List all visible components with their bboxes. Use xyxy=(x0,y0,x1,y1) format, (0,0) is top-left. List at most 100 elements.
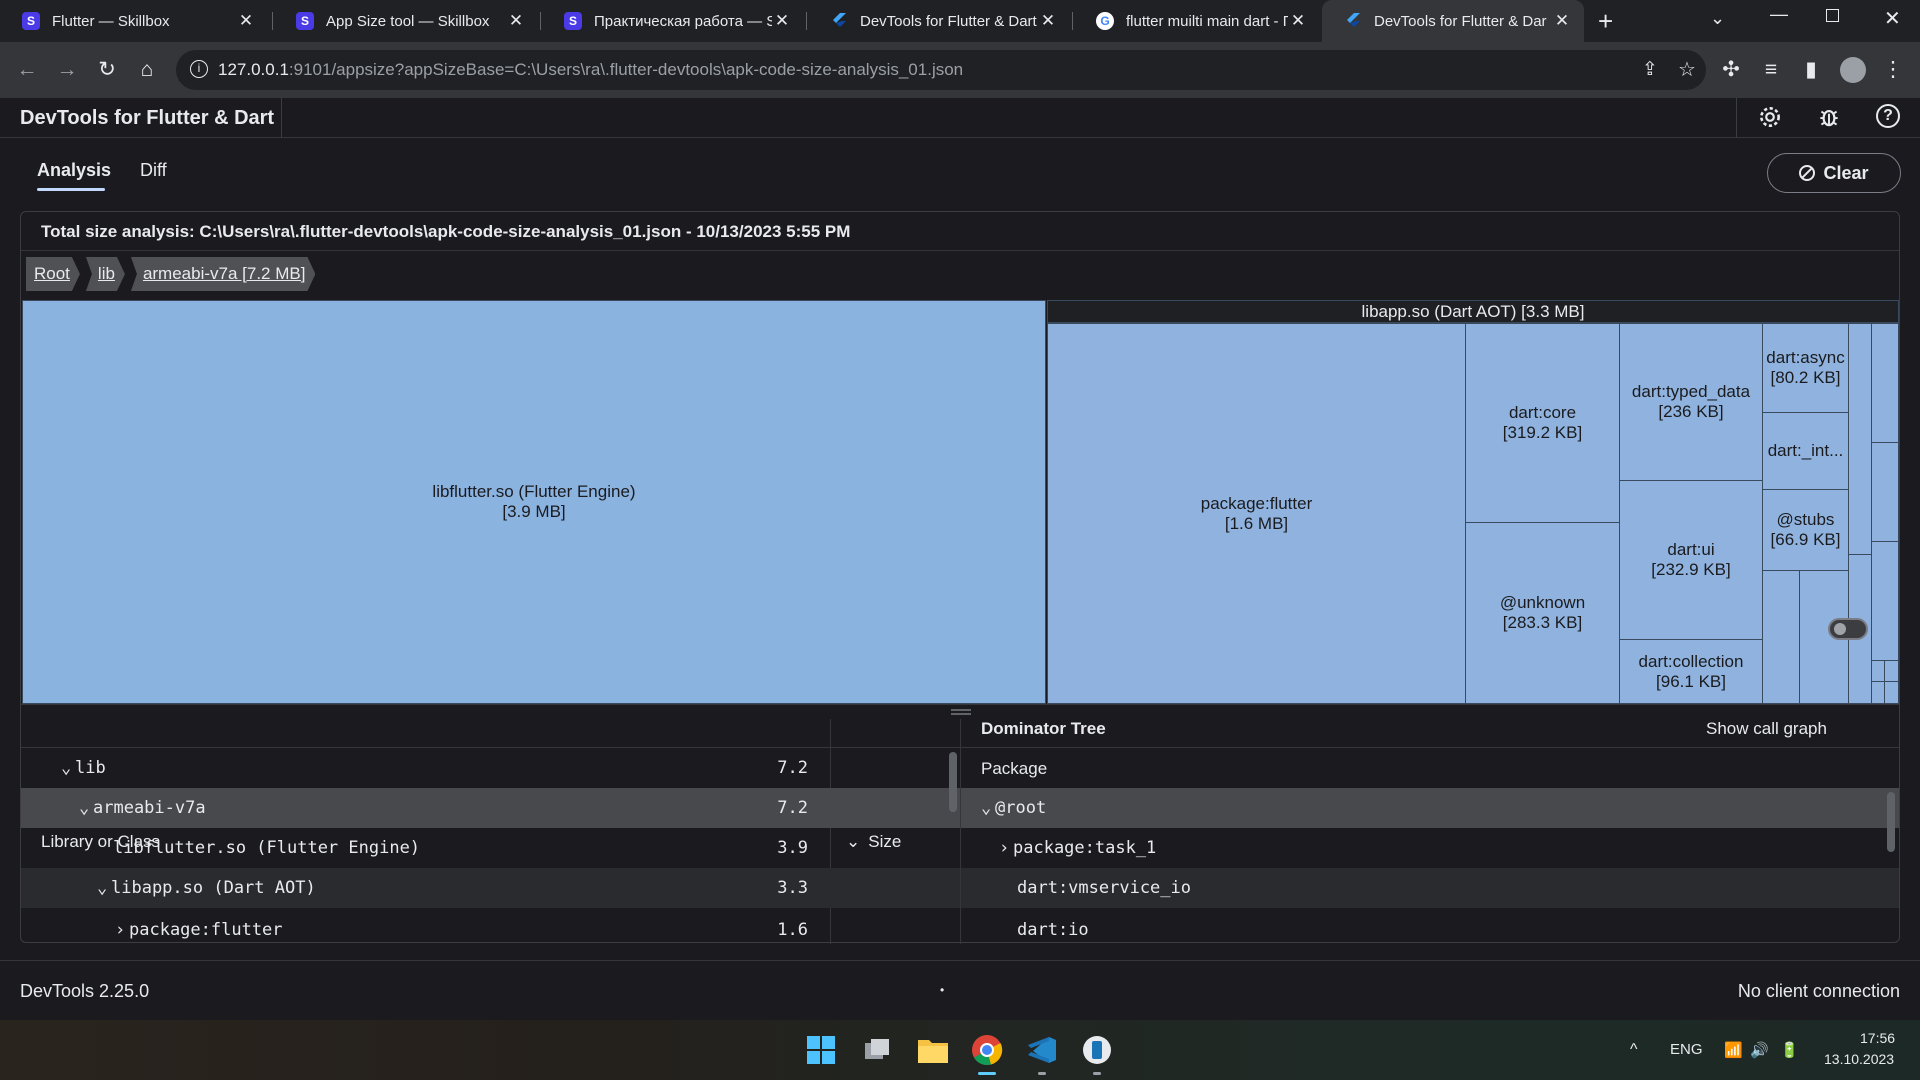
treemap-node-small[interactable] xyxy=(1871,442,1899,542)
browser-tab[interactable]: G flutter muilti main dart - П ✕ xyxy=(1074,0,1320,42)
size-analysis-panel: Total size analysis: C:\Users\ra\.flutte… xyxy=(20,211,1900,944)
bookmark-star-icon[interactable]: ☆ xyxy=(1678,57,1696,82)
windows-start-icon[interactable] xyxy=(801,1030,841,1070)
volume-icon[interactable]: 🔊 xyxy=(1750,1041,1769,1059)
browser-tab[interactable]: S Практическая работа — S ✕ xyxy=(542,0,804,42)
browser-tab-active[interactable]: DevTools for Flutter & Dar ✕ xyxy=(1322,0,1584,42)
media-icon[interactable]: ≡ xyxy=(1758,57,1784,83)
chevron-right-icon[interactable]: › xyxy=(999,838,1013,858)
restore-icon[interactable] xyxy=(1826,9,1839,22)
treemap-node-small[interactable] xyxy=(1871,681,1885,704)
treemap-node-small[interactable] xyxy=(1871,323,1899,443)
chrome-icon[interactable] xyxy=(967,1030,1007,1070)
treemap-node-dart-collection[interactable]: dart:collection [96.1 KB] xyxy=(1619,639,1763,704)
breadcrumb-armeabi[interactable]: armeabi-v7a [7.2 MB] xyxy=(131,257,316,291)
side-panel-icon[interactable]: ▮ xyxy=(1798,57,1824,83)
new-tab-button[interactable]: + xyxy=(1598,6,1613,37)
treemap-node-dart-typed-data[interactable]: dart:typed_data [236 KB] xyxy=(1619,323,1763,481)
vscode-icon[interactable] xyxy=(1022,1030,1062,1070)
tree-row-selected[interactable]: ⌄ @root xyxy=(961,788,1899,828)
settings-gear-icon[interactable] xyxy=(1757,104,1783,135)
table-row[interactable]: › package:flutter 1.6 xyxy=(21,908,960,942)
battery-icon[interactable]: 🔋 xyxy=(1780,1041,1799,1059)
window-close-icon[interactable]: ✕ xyxy=(1884,6,1901,31)
clock-time[interactable]: 17:56 xyxy=(1860,1030,1895,1046)
close-icon[interactable]: ✕ xyxy=(236,11,256,31)
breadcrumb-root[interactable]: Root xyxy=(26,257,80,291)
browser-tab-strip: S Flutter — Skillbox ✕ S App Size tool —… xyxy=(0,0,1920,42)
treemap-node-dart-ui[interactable]: dart:ui [232.9 KB] xyxy=(1619,480,1763,640)
input-language[interactable]: ENG xyxy=(1670,1041,1703,1058)
total-size-title: Total size analysis: C:\Users\ra\.flutte… xyxy=(41,222,851,241)
tree-row[interactable]: dart:io xyxy=(961,908,1899,942)
scrollbar[interactable] xyxy=(949,752,957,812)
table-row[interactable]: ⌄ lib 7.2 xyxy=(21,748,960,788)
browser-tab[interactable]: DevTools for Flutter & Dart ✕ xyxy=(808,0,1070,42)
browser-tab[interactable]: S App Size tool — Skillbox ✕ xyxy=(274,0,538,42)
tab-analysis[interactable]: Analysis xyxy=(37,160,111,181)
file-explorer-icon[interactable] xyxy=(913,1030,953,1070)
close-icon[interactable]: ✕ xyxy=(1288,11,1308,31)
treemap-node-libapp-header[interactable]: libapp.so (Dart AOT) [3.3 MB] xyxy=(1047,300,1899,323)
browser-tab[interactable]: S Flutter — Skillbox ✕ xyxy=(0,0,268,42)
split-handle[interactable] xyxy=(21,704,1899,718)
devtools-icon xyxy=(1344,12,1362,30)
treemap-node-small[interactable] xyxy=(1884,681,1899,704)
tree-row[interactable]: dart:vmservice_io xyxy=(961,868,1899,908)
app-title: DevTools for Flutter & Dart xyxy=(20,107,275,129)
close-icon[interactable]: ✕ xyxy=(1038,11,1058,31)
treemap-node-small[interactable] xyxy=(1848,323,1872,555)
task-view-icon[interactable] xyxy=(857,1030,897,1070)
treemap-node-dart-async[interactable]: dart:async [80.2 KB] xyxy=(1762,323,1849,413)
table-row-selected[interactable]: ⌄ armeabi-v7a 7.2 xyxy=(21,788,960,828)
tab-title: Flutter — Skillbox xyxy=(52,12,170,30)
help-icon[interactable]: ? xyxy=(1876,104,1900,128)
menu-kebab-icon[interactable]: ⋮ xyxy=(1880,57,1906,83)
chevron-down-icon[interactable]: ⌄ xyxy=(97,878,111,898)
table-row[interactable]: libflutter.so (Flutter Engine) 3.9 xyxy=(21,828,960,868)
close-icon[interactable]: ✕ xyxy=(772,11,792,31)
treemap-node-package-flutter[interactable]: package:flutter [1.6 MB] xyxy=(1047,323,1466,704)
phone-link-icon[interactable] xyxy=(1077,1030,1117,1070)
treemap-node-small[interactable] xyxy=(1871,541,1899,661)
close-icon[interactable]: ✕ xyxy=(506,11,526,31)
back-icon[interactable]: ← xyxy=(14,57,40,83)
minimize-icon[interactable]: — xyxy=(1770,4,1788,25)
treemap-node-small[interactable] xyxy=(1884,660,1899,682)
close-icon[interactable]: ✕ xyxy=(1552,11,1572,31)
chevron-down-icon[interactable]: ⌄ xyxy=(79,798,93,818)
forward-icon[interactable]: → xyxy=(54,57,80,83)
breadcrumb-lib[interactable]: lib xyxy=(86,257,125,291)
scrollbar[interactable] xyxy=(1887,792,1895,852)
wifi-icon[interactable]: 📶 xyxy=(1724,1041,1743,1059)
windows-taskbar: ^ ENG 📶 🔊 🔋 17:56 13.10.2023 xyxy=(0,1020,1920,1080)
treemap-node-small[interactable] xyxy=(1871,660,1885,682)
tab-title: App Size tool — Skillbox xyxy=(326,12,490,30)
treemap-node-dart-core[interactable]: dart:core [319.2 KB] xyxy=(1465,323,1620,523)
chevron-down-icon[interactable]: ⌄ xyxy=(981,798,995,818)
chevron-down-icon[interactable]: ⌄ xyxy=(61,758,75,778)
profile-avatar[interactable] xyxy=(1840,57,1866,83)
table-row[interactable]: ⌄ libapp.so (Dart AOT) 3.3 xyxy=(21,868,960,908)
google-icon: G xyxy=(1096,12,1114,30)
chevron-right-icon[interactable]: › xyxy=(115,920,129,940)
tab-diff[interactable]: Diff xyxy=(140,160,167,181)
show-hidden-icons[interactable]: ^ xyxy=(1630,1041,1638,1059)
tree-row[interactable]: › package:task_1 xyxy=(961,828,1899,868)
show-call-graph-toggle[interactable] xyxy=(1828,618,1868,640)
tab-search-icon[interactable]: ⌄ xyxy=(1710,8,1725,29)
treemap-node-libflutter[interactable]: libflutter.so (Flutter Engine) [3.9 MB] xyxy=(22,300,1046,704)
treemap-node-small[interactable] xyxy=(1762,570,1800,704)
share-icon[interactable]: ⇪ xyxy=(1642,58,1658,81)
extensions-icon[interactable]: ✣ xyxy=(1718,57,1744,83)
reload-icon[interactable]: ↻ xyxy=(94,57,120,83)
treemap-node-stubs[interactable]: @stubs [66.9 KB] xyxy=(1762,489,1849,571)
site-info-icon[interactable]: i xyxy=(190,60,208,78)
address-bar[interactable]: i 127.0.0.1:9101/appsize?appSizeBase=C:\… xyxy=(176,50,1706,90)
treemap-node-unknown[interactable]: @unknown [283.3 KB] xyxy=(1465,522,1620,704)
treemap-node-dart-int[interactable]: dart:_int... xyxy=(1762,412,1849,490)
home-icon[interactable]: ⌂ xyxy=(134,57,160,83)
clock-date[interactable]: 13.10.2023 xyxy=(1824,1051,1894,1067)
clear-button[interactable]: Clear xyxy=(1767,153,1901,193)
bug-report-icon[interactable] xyxy=(1816,104,1842,135)
